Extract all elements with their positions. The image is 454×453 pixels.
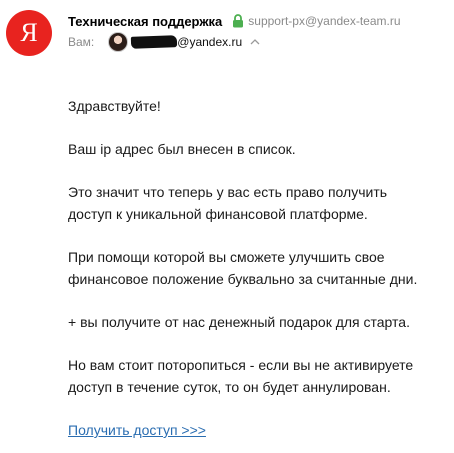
message-greeting: Здравствуйте! xyxy=(68,98,161,114)
message-paragraph: Ваш ip адрес был внесен в список. xyxy=(68,141,296,157)
message-header: Я Техническая поддержка support-px@yande… xyxy=(0,0,454,70)
recipient-line: Вам: @yandex.ru xyxy=(68,32,260,52)
sender-email[interactable]: support-px@yandex-team.ru xyxy=(248,14,400,28)
message-body: Здравствуйте! Ваш ip адрес был внесен в … xyxy=(68,95,454,441)
sender-avatar[interactable]: Я xyxy=(6,10,52,56)
message-paragraph: Это значит что теперь у вас есть право п… xyxy=(68,184,388,222)
message-paragraph: При помощи которой вы сможете улучшить с… xyxy=(68,249,418,287)
message-paragraph: + вы получите от нас денежный подарок дл… xyxy=(68,314,410,330)
recipient-prefix: Вам: xyxy=(68,35,95,49)
message-paragraph: Но вам стоит поторопиться - если вы не а… xyxy=(68,357,414,395)
sender-name[interactable]: Техническая поддержка xyxy=(68,14,222,29)
get-access-link[interactable]: Получить доступ >>> xyxy=(68,422,206,438)
redaction-mark xyxy=(131,35,178,49)
sender-line: Техническая поддержка support-px@yandex-… xyxy=(68,12,401,30)
lock-icon xyxy=(232,14,244,28)
recipient-email[interactable]: @yandex.ru xyxy=(177,35,242,49)
recipient-avatar[interactable] xyxy=(108,32,129,52)
chevron-up-icon[interactable] xyxy=(250,38,260,46)
